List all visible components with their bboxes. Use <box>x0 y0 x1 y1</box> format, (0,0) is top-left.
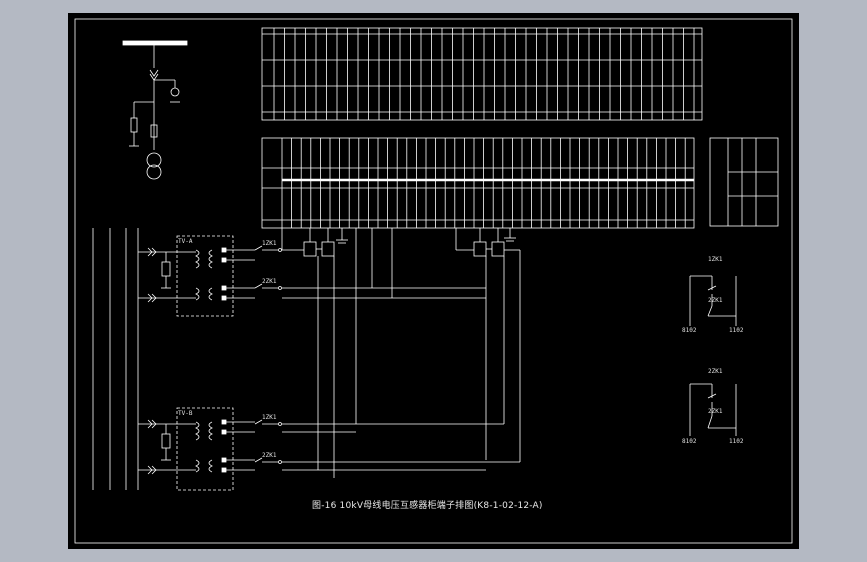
relay-b-top-label: 2ZK1 <box>708 368 723 375</box>
vt-b-coil <box>195 421 200 441</box>
indicator-lamp <box>170 87 180 97</box>
relay-a-top-label: 1ZK1 <box>708 256 723 263</box>
relay-b-left-terminal: 8102 <box>682 438 697 445</box>
vt-b-label: TV-B <box>178 410 193 417</box>
fuse-box-a1 <box>303 241 317 257</box>
relay-a-mid-label: 2ZK1 <box>708 297 723 304</box>
arrester-symbol <box>130 117 138 133</box>
switch-a1-label: 1ZK1 <box>262 240 277 247</box>
fuse-box-a2 <box>321 241 335 257</box>
vt-a-coil <box>195 249 200 269</box>
inner-frame <box>74 18 793 544</box>
cad-viewport: TV-A TV-B 1ZK1 2ZK1 1ZK1 2ZK1 1ZK1 2ZK1 … <box>0 0 867 562</box>
busbar <box>122 40 188 46</box>
disconnector-symbol <box>149 69 159 81</box>
switch-b1-label: 1ZK1 <box>262 414 277 421</box>
drawing-caption: 图-16 10kV母线电压互感器柜端子排图(K8-1-02-12-A) <box>312 501 543 511</box>
terminal-block-lower <box>261 137 695 229</box>
terminal-block-right <box>709 137 779 227</box>
schematic-drawing <box>74 18 793 544</box>
vt-a-label: TV-A <box>178 238 193 245</box>
relay-b-right-terminal: 1102 <box>729 438 744 445</box>
switch-a2-label: 2ZK1 <box>262 278 277 285</box>
terminal-block-upper <box>261 27 703 121</box>
relay-a-right-terminal: 1102 <box>729 327 744 334</box>
relay-b-mid-label: 2ZK1 <box>708 408 723 415</box>
switch-b2-label: 2ZK1 <box>262 452 277 459</box>
relay-a-left-terminal: 8102 <box>682 327 697 334</box>
